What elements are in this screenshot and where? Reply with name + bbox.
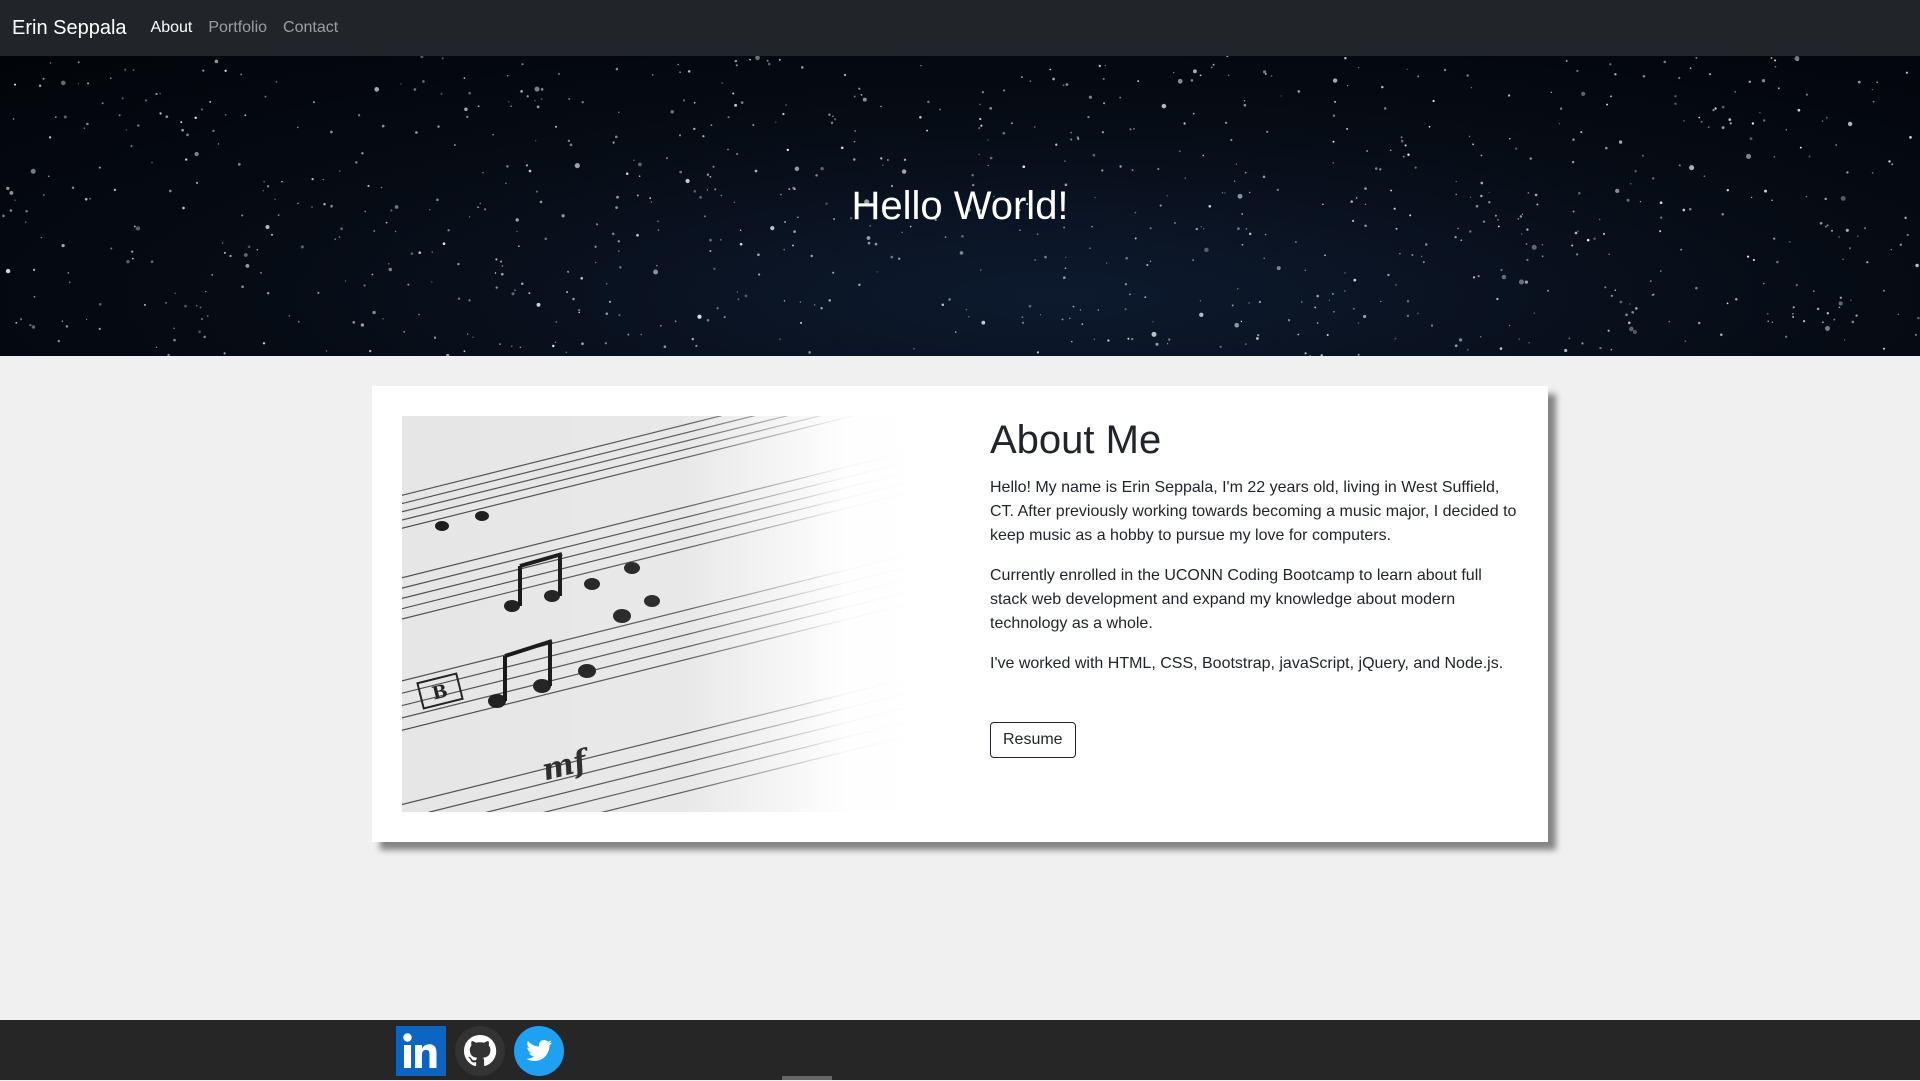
nav-link-portfolio[interactable]: Portfolio [208,19,267,37]
brand-link[interactable]: Erin Seppala [12,17,127,40]
twitter-icon[interactable] [514,1026,564,1076]
about-paragraph-1: Hello! My name is Erin Seppala, I'm 22 y… [990,479,1517,544]
hero-banner: Hello World! [0,56,1920,356]
nav-link-about[interactable]: About [151,19,193,37]
nav-link-contact[interactable]: Contact [283,19,338,37]
about-paragraph-3: I've worked with HTML, CSS, Bootstrap, j… [990,655,1504,672]
about-paragraph-2: Currently enrolled in the UCONN Coding B… [990,567,1482,632]
footer [0,1020,1920,1080]
about-title: About Me [990,418,1162,462]
sheet-music-illustration: B mf [402,416,922,812]
github-icon[interactable] [455,1026,505,1076]
navbar: Erin Seppala About Portfolio Contact [0,0,1920,56]
sheet-music-image: B mf [402,416,922,812]
linkedin-icon[interactable] [396,1026,446,1076]
hero-title: Hello World! [851,184,1069,228]
about-body: About Me Hello! My name is Erin Seppala,… [990,416,1520,758]
resume-button[interactable]: Resume [990,722,1076,758]
scroll-handle [782,1076,832,1080]
about-card: B mf About Me Hello! My name is Erin Sep… [372,386,1548,842]
